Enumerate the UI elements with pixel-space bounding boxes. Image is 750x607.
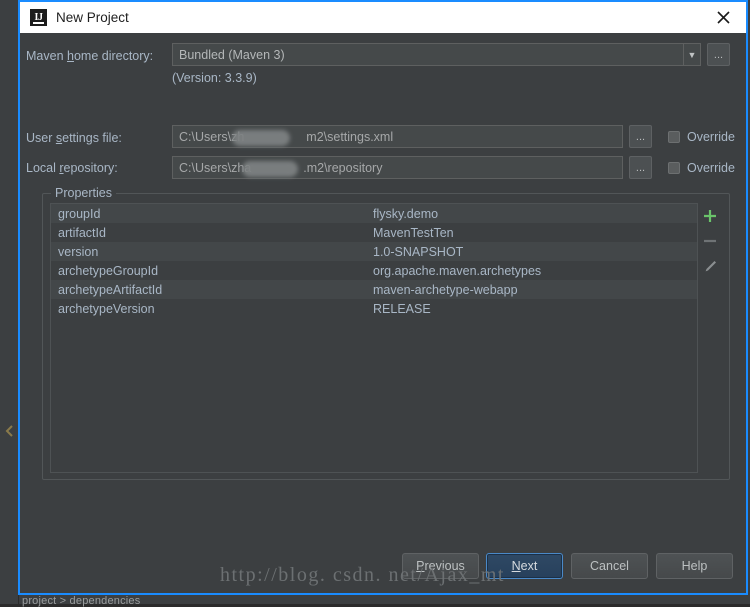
maven-version-note: (Version: 3.3.9) (172, 71, 257, 85)
redaction-blob (232, 130, 290, 146)
cancel-button[interactable]: Cancel (571, 553, 648, 579)
table-row[interactable]: groupIdflysky.demo (51, 204, 697, 223)
chevron-left-icon[interactable] (4, 424, 14, 438)
user-settings-override-label: Override (687, 130, 735, 144)
local-repository-value-right: .m2\repository (303, 161, 382, 175)
property-key: version (51, 245, 371, 259)
table-row[interactable]: archetypeVersionRELEASE (51, 299, 697, 318)
table-row[interactable]: archetypeGroupIdorg.apache.maven.archety… (51, 261, 697, 280)
checkbox-box (668, 131, 680, 143)
ide-left-tool-strip (0, 0, 19, 604)
dialog-titlebar: IJ New Project (20, 0, 746, 33)
maven-home-combo[interactable]: Bundled (Maven 3) (172, 43, 701, 66)
properties-group: Properties groupIdflysky.demoartifactIdM… (42, 193, 730, 480)
desktop-backdrop: project > dependencies IJ New Project Ma… (0, 0, 750, 604)
new-project-dialog: IJ New Project Maven home directory: Bun… (18, 0, 748, 595)
next-button[interactable]: Next (486, 553, 563, 579)
property-value: RELEASE (371, 302, 697, 316)
user-settings-override-checkbox[interactable]: Override (668, 130, 735, 144)
dialog-title: New Project (56, 10, 129, 25)
table-row[interactable]: version1.0-SNAPSHOT (51, 242, 697, 261)
local-repository-browse-button[interactable]: ... (629, 156, 652, 179)
previous-button[interactable]: Previous (402, 553, 479, 579)
user-settings-value-right: m2\settings.xml (306, 130, 393, 144)
maven-home-browse-button[interactable]: ... (707, 43, 730, 66)
property-value: MavenTestTen (371, 226, 697, 240)
maven-home-label: Maven home directory: (26, 49, 153, 63)
table-row[interactable]: archetypeArtifactIdmaven-archetype-webap… (51, 280, 697, 299)
user-settings-browse-button[interactable]: ... (629, 125, 652, 148)
intellij-idea-icon: IJ (30, 9, 47, 26)
local-repository-value-left: C:\Users\zha (179, 161, 251, 175)
property-key: artifactId (51, 226, 371, 240)
property-value: maven-archetype-webapp (371, 283, 697, 297)
property-value: org.apache.maven.archetypes (371, 264, 697, 278)
property-key: archetypeGroupId (51, 264, 371, 278)
table-row[interactable]: artifactIdMavenTestTen (51, 223, 697, 242)
maven-home-value: Bundled (Maven 3) (179, 48, 285, 62)
pencil-icon[interactable] (702, 258, 718, 274)
local-repository-override-checkbox[interactable]: Override (668, 161, 735, 175)
ide-breadcrumb: project > dependencies (22, 595, 140, 607)
dialog-body: Maven home directory: Bundled (Maven 3) … (20, 33, 746, 593)
close-icon[interactable] (700, 2, 746, 33)
local-repository-override-label: Override (687, 161, 735, 175)
minus-icon[interactable] (702, 233, 718, 249)
local-repository-label: Local repository: (26, 161, 118, 175)
property-key: groupId (51, 207, 371, 221)
property-key: archetypeArtifactId (51, 283, 371, 297)
user-settings-label: User settings file: (26, 131, 122, 145)
properties-table[interactable]: groupIdflysky.demoartifactIdMavenTestTen… (50, 203, 698, 473)
help-button[interactable]: Help (656, 553, 733, 579)
plus-icon[interactable] (702, 208, 718, 224)
checkbox-box (668, 162, 680, 174)
properties-inner: groupIdflysky.demoartifactIdMavenTestTen… (50, 203, 722, 473)
chevron-down-icon[interactable]: ▼ (683, 44, 700, 65)
properties-toolbar (698, 203, 722, 473)
local-repository-input[interactable]: C:\Users\zha .m2\repository (172, 156, 623, 179)
property-value: 1.0-SNAPSHOT (371, 245, 697, 259)
properties-legend: Properties (51, 186, 116, 200)
property-value: flysky.demo (371, 207, 697, 221)
redaction-blob (242, 161, 298, 177)
property-key: archetypeVersion (51, 302, 371, 316)
dialog-button-bar: Previous Next Cancel Help (20, 553, 750, 579)
